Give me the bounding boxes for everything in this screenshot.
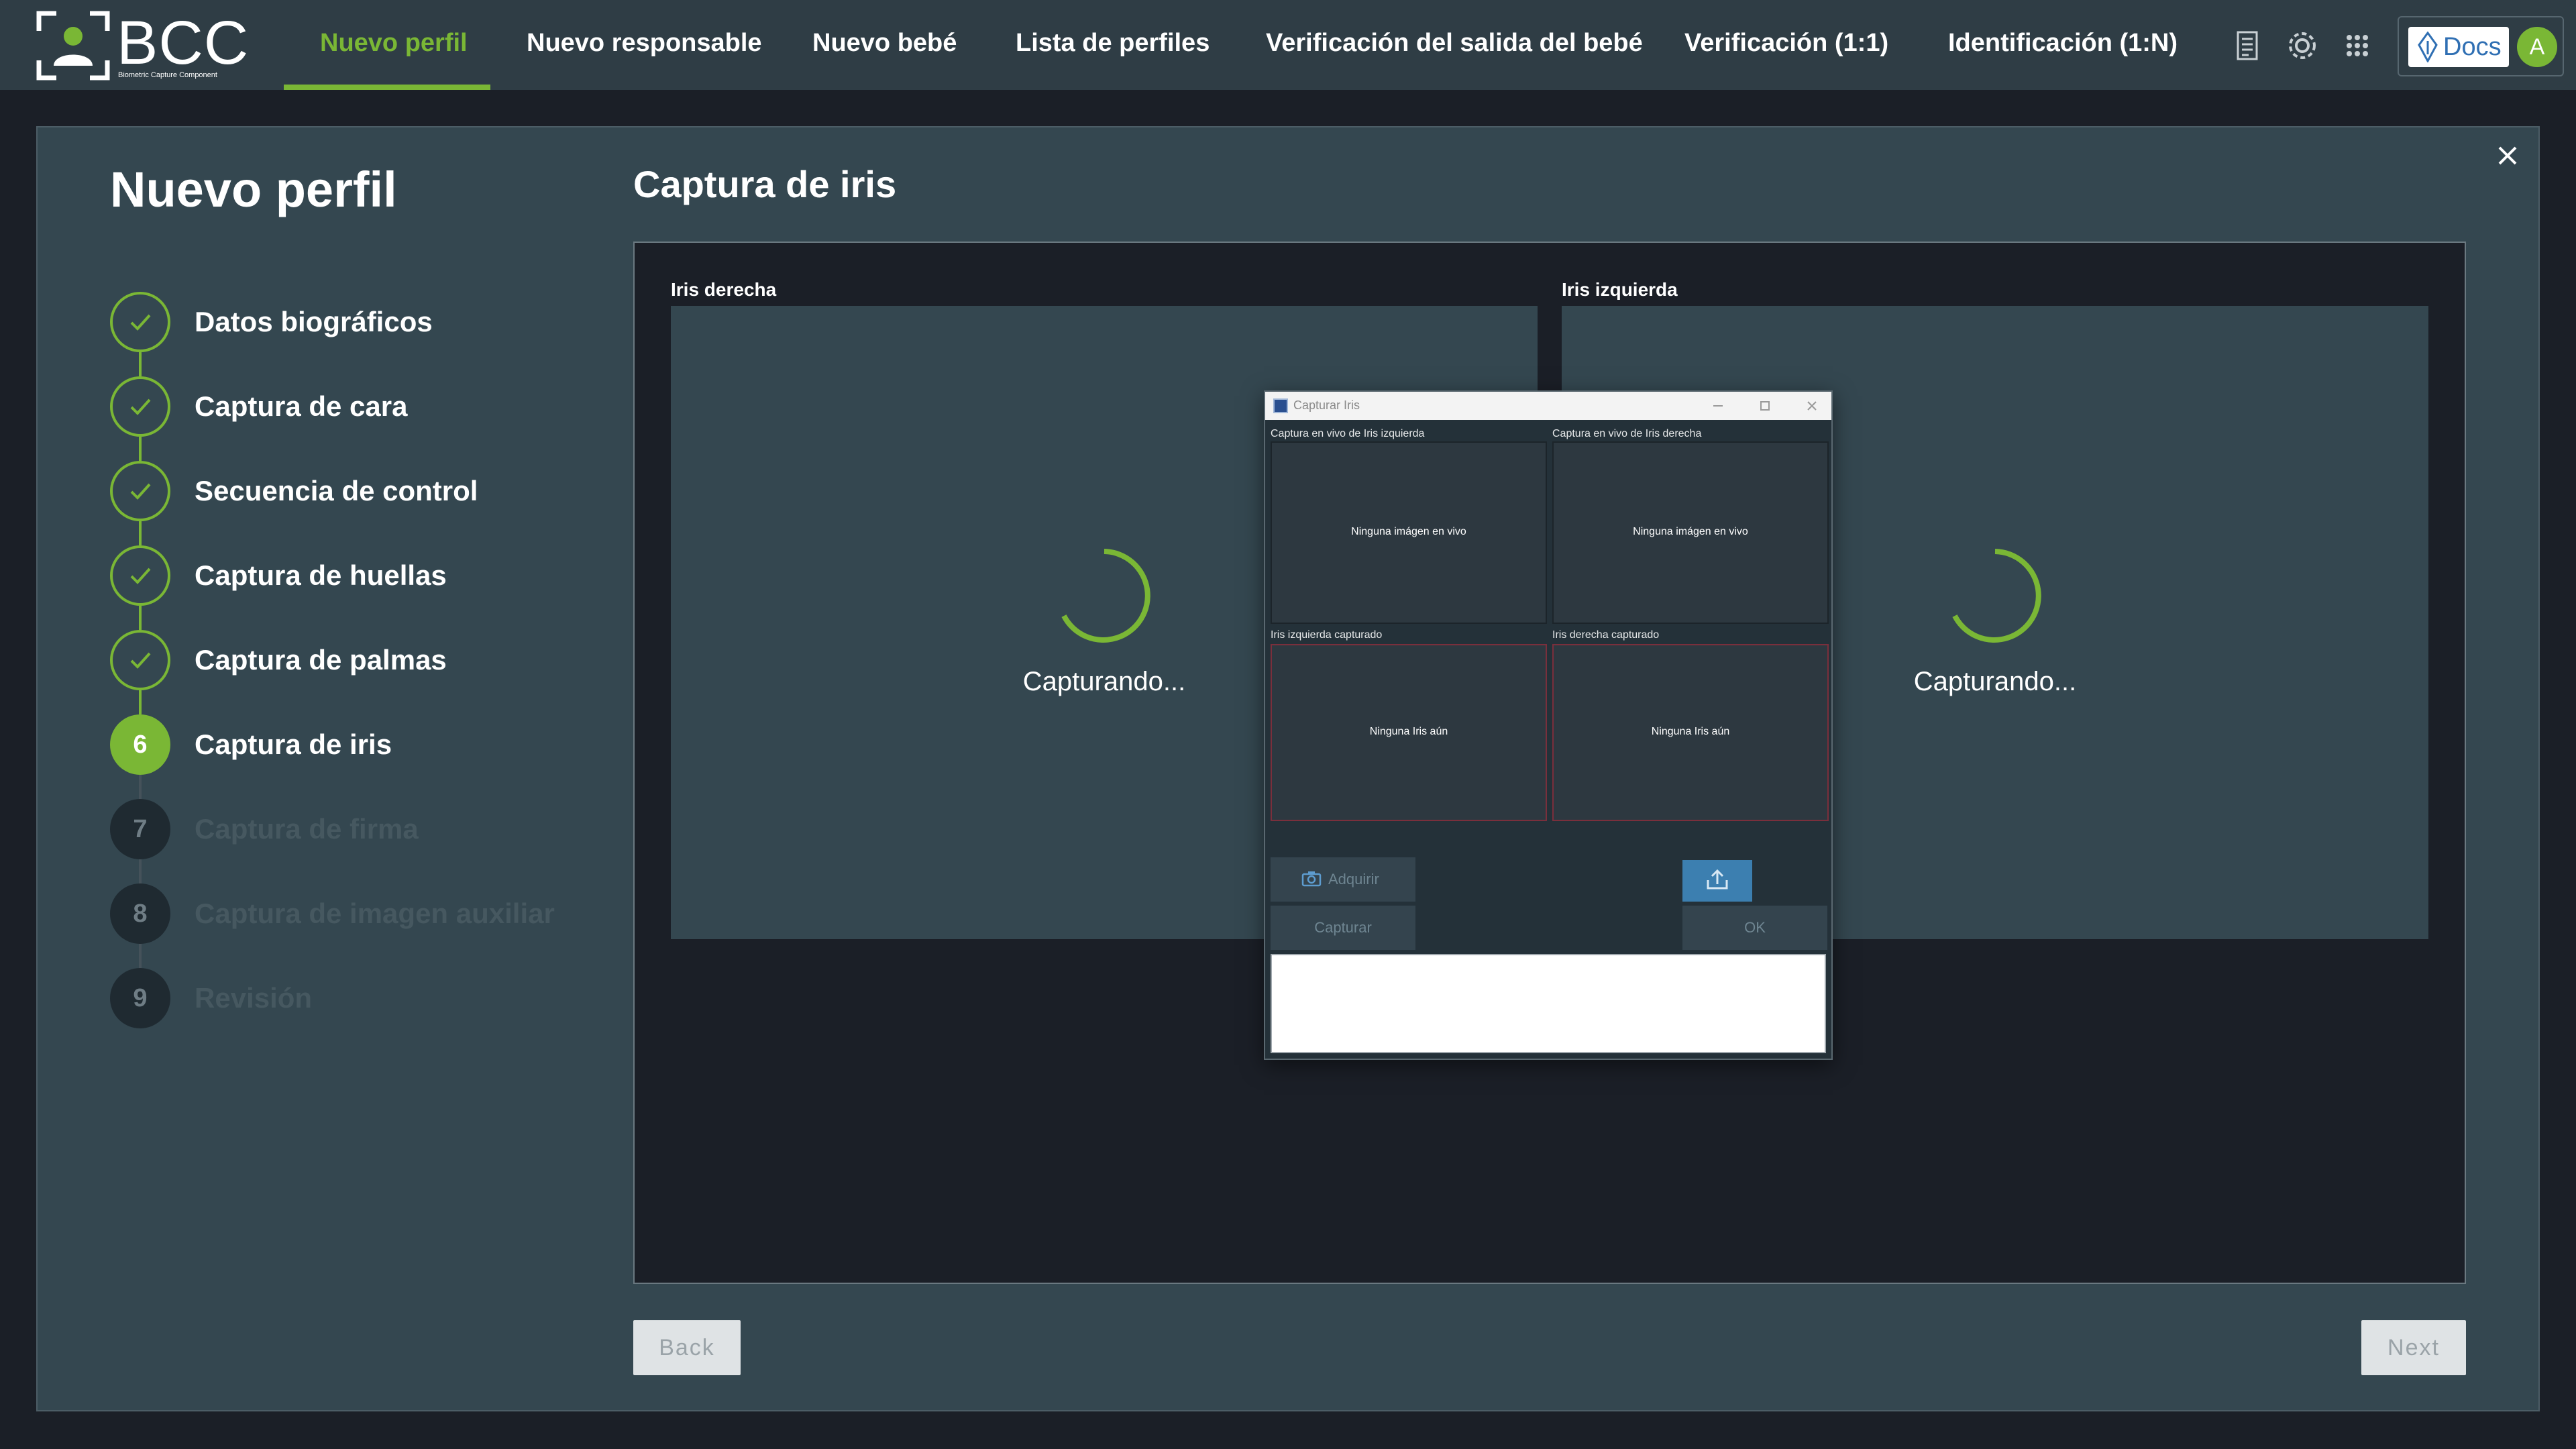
- minimize-icon[interactable]: [1708, 396, 1728, 416]
- live-left-preview: Ninguna imágen en vivo: [1271, 441, 1547, 624]
- step-4-label[interactable]: Captura de huellas: [195, 559, 447, 592]
- step-6-number: 6: [110, 714, 170, 775]
- nav-identificacion-1-n[interactable]: Identificación (1:N): [1948, 0, 2178, 90]
- bcc-logo[interactable]: BCC Biometric Capture Component: [36, 9, 251, 83]
- nav-nuevo-responsable[interactable]: Nuevo responsable: [527, 0, 762, 90]
- ok-button[interactable]: OK: [1682, 906, 1827, 950]
- step-3-label[interactable]: Secuencia de control: [195, 475, 478, 507]
- step-5-check-icon: [110, 630, 170, 690]
- step-connector: [139, 437, 142, 461]
- step-9-number: 9: [110, 968, 170, 1028]
- step-7-label: Captura de firma: [195, 813, 419, 845]
- docs-label: Docs: [2443, 33, 2502, 61]
- iris-left-label: Iris izquierda: [1562, 279, 1678, 300]
- nav-lista-perfiles[interactable]: Lista de perfiles: [1016, 0, 1210, 90]
- grid-icon[interactable]: [2339, 27, 2376, 64]
- live-left-placeholder: Ninguna imágen en vivo: [1351, 526, 1466, 537]
- gear-icon[interactable]: [2284, 27, 2321, 64]
- step-2-label[interactable]: Captura de cara: [195, 390, 407, 423]
- upload-icon: [1707, 869, 1728, 890]
- step-7-number: 7: [110, 799, 170, 859]
- acquire-label: Adquirir: [1328, 871, 1379, 888]
- captured-right-preview: Ninguna Iris aún: [1552, 644, 1829, 821]
- live-right-placeholder: Ninguna imágen en vivo: [1633, 526, 1748, 537]
- acquire-button[interactable]: Adquirir: [1271, 857, 1415, 902]
- dialog-titlebar[interactable]: Capturar Iris: [1265, 392, 1831, 420]
- live-right-preview: Ninguna imágen en vivo: [1552, 441, 1829, 624]
- close-icon[interactable]: [2491, 140, 2524, 172]
- step-connector: [139, 690, 142, 714]
- page-title: Nuevo perfil: [110, 162, 397, 217]
- back-button[interactable]: Back: [633, 1320, 741, 1375]
- captured-left-preview: Ninguna Iris aún: [1271, 644, 1547, 821]
- maximize-icon[interactable]: [1755, 396, 1775, 416]
- app-window-icon: [1273, 398, 1288, 413]
- pen-nib-icon: [2418, 32, 2438, 62]
- logo-subtitle: Biometric Capture Component: [118, 71, 217, 79]
- top-navigation-bar: BCC Biometric Capture Component Nuevo pe…: [0, 0, 2576, 90]
- capture-iris-dialog: Capturar Iris Captura en vivo de Iris iz…: [1264, 390, 1833, 1060]
- dialog-log-area[interactable]: [1271, 954, 1826, 1053]
- step-connector: [139, 521, 142, 545]
- nav-nuevo-perfil[interactable]: Nuevo perfil: [320, 0, 468, 90]
- avatar[interactable]: A: [2517, 27, 2557, 67]
- captured-right-placeholder: Ninguna Iris aún: [1651, 726, 1730, 737]
- step-connector: [139, 606, 142, 630]
- section-title: Captura de iris: [633, 163, 897, 205]
- docs-area: Docs A: [2398, 16, 2564, 76]
- step-connector: [139, 859, 142, 883]
- step-1-label[interactable]: Datos biográficos: [195, 306, 433, 338]
- docs-button[interactable]: Docs: [2408, 27, 2509, 67]
- camera-icon: [1301, 871, 1322, 887]
- step-connector: [139, 944, 142, 968]
- next-button[interactable]: Next: [2361, 1320, 2466, 1375]
- iris-right-label: Iris derecha: [671, 279, 777, 300]
- close-window-icon[interactable]: [1802, 396, 1822, 416]
- logo-text: BCC: [117, 9, 250, 77]
- captured-left-placeholder: Ninguna Iris aún: [1369, 726, 1448, 737]
- step-8-number: 8: [110, 883, 170, 944]
- loading-spinner-icon: [1952, 549, 2041, 643]
- upload-button[interactable]: [1682, 860, 1752, 902]
- nav-verificacion-1-1[interactable]: Verificación (1:1): [1684, 0, 1888, 90]
- step-connector: [139, 775, 142, 799]
- step-2-check-icon: [110, 376, 170, 437]
- iris-right-status: Capturando...: [1022, 667, 1186, 696]
- document-icon[interactable]: [2229, 27, 2266, 64]
- step-5-label[interactable]: Captura de palmas: [195, 644, 447, 676]
- step-8-label: Captura de imagen auxiliar: [195, 898, 555, 929]
- captured-right-label: Iris derecha capturado: [1552, 629, 1660, 641]
- loading-spinner-icon: [1061, 549, 1150, 643]
- capture-button[interactable]: Capturar: [1271, 906, 1415, 950]
- iris-left-status: Capturando...: [1913, 667, 2077, 696]
- nav-nuevo-bebe[interactable]: Nuevo bebé: [812, 0, 957, 90]
- live-left-label: Captura en vivo de Iris izquierda: [1271, 428, 1425, 439]
- step-1-check-icon: [110, 292, 170, 352]
- nav-verificacion-salida-bebe[interactable]: Verificación del salida del bebé: [1266, 0, 1643, 90]
- step-3-check-icon: [110, 461, 170, 521]
- step-4-check-icon: [110, 545, 170, 606]
- user-frame-icon: [36, 11, 110, 80]
- nav-active-underline: [284, 85, 490, 90]
- step-9-label: Revisión: [195, 982, 313, 1014]
- step-6-label[interactable]: Captura de iris: [195, 729, 392, 761]
- step-connector: [139, 352, 142, 376]
- live-right-label: Captura en vivo de Iris derecha: [1552, 428, 1702, 439]
- captured-left-label: Iris izquierda capturado: [1271, 629, 1383, 641]
- dialog-title: Capturar Iris: [1293, 398, 1360, 412]
